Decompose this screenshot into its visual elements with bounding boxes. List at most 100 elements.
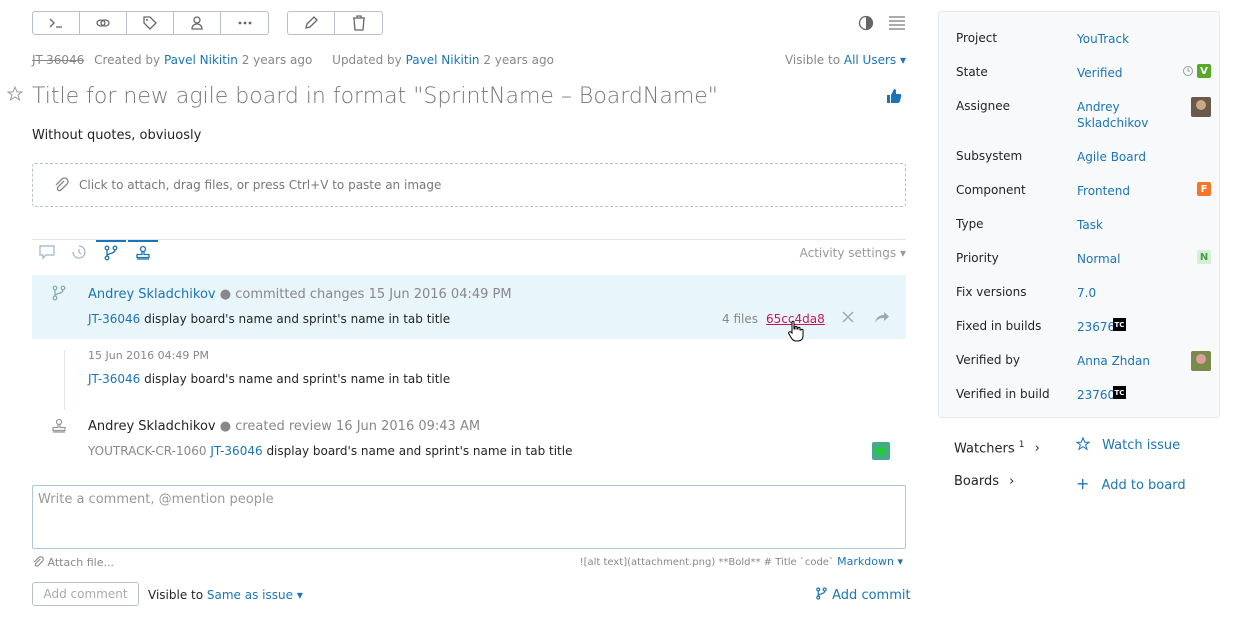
tag-button[interactable] [127,12,174,34]
creator-link[interactable]: Pavel Nikitin [164,53,238,67]
share-icon [875,312,889,323]
activity-settings-label: Activity settings [799,246,897,260]
chevron-right-icon: › [1034,441,1040,457]
review-author[interactable]: Andrey Skladchikov [88,419,216,434]
thumbs-up-icon [887,89,902,103]
field-component-label: Component [956,183,1026,197]
comment-visible-prefix: Visible to [148,588,204,602]
add-to-board-button[interactable]: + Add to board [1076,474,1186,493]
add-comment-button[interactable]: Add comment [32,582,139,606]
activity-divider [32,239,906,240]
contrast-icon [858,15,874,31]
attach-dropzone[interactable]: Click to attach, drag files, or press Ct… [32,163,906,207]
updater-link[interactable]: Pavel Nikitin [406,53,480,67]
watchers-toggle[interactable]: Watchers 1 › [954,440,1040,456]
close-icon [842,311,854,323]
commit-files[interactable]: 4 files [722,312,758,326]
field-assignee-value[interactable]: Andrey Skladchikov [1077,99,1167,131]
attach-file-link[interactable]: Attach file... [32,556,114,569]
teamcity-icon: TC [1113,386,1126,399]
tab-comments[interactable] [32,240,62,264]
tag-icon [143,16,157,30]
branch-icon [104,245,118,261]
review-issue-link[interactable]: JT-36046 [210,444,262,458]
link-button[interactable] [80,12,127,34]
comment-placeholder: Write a comment, @mention people [38,492,274,507]
priority-badge: N [1197,250,1211,264]
visible-to-prefix: Visible to [784,53,841,67]
field-project-value[interactable]: YouTrack [1077,31,1129,47]
add-commit-label: Add commit [832,588,911,603]
field-fix-versions-label: Fix versions [956,285,1027,299]
field-fix-versions-value[interactable]: 7.0 [1077,285,1096,301]
contrast-toggle[interactable] [858,15,874,34]
commit-action: committed changes [235,287,365,302]
review-header: Andrey Skladchikov ● created review 16 J… [88,419,481,434]
field-assignee-label: Assignee [956,99,1011,113]
field-subsystem-value[interactable]: Agile Board [1077,149,1146,165]
commit2-message: JT-36046 display board's name and sprint… [88,372,450,386]
review-message-text: display board's name and sprint's name i… [266,444,573,458]
field-fixed-builds-value[interactable]: 23676 [1077,319,1115,335]
field-verified-by-label: Verified by [956,353,1021,367]
field-verified-build-value[interactable]: 23760 [1077,387,1115,403]
comment-icon [39,245,55,260]
stamp-icon [136,245,150,260]
link-icon [96,19,110,27]
assignee-button[interactable] [174,12,221,34]
comment-input[interactable]: Write a comment, @mention people [32,485,906,549]
comment-visible-value: Same as issue [206,588,293,602]
paperclip-icon [33,556,44,567]
vote-button[interactable] [886,88,902,107]
issue-id[interactable]: JT-36046 [32,53,84,67]
menu-toggle[interactable] [888,15,906,34]
delete-button[interactable] [335,12,382,34]
boards-toggle[interactable]: Boards › [954,474,1014,489]
component-badge: F [1197,182,1211,196]
star-button[interactable] [6,85,24,105]
commit-issue-link[interactable]: JT-36046 [88,312,140,326]
more-button[interactable] [221,12,268,34]
created-by-prefix: Created by [94,53,161,67]
share-commit-button[interactable] [874,310,890,327]
tab-history[interactable] [64,240,94,264]
field-state-label: State [956,65,988,79]
commit-item [32,275,906,339]
visibility: Visible to All Users ▾ [785,53,906,67]
teamcity-icon: TC [1113,318,1126,331]
issue-description: Without quotes, obviuosly [32,128,202,143]
command-button[interactable] [33,12,80,34]
tab-reviews[interactable] [128,240,158,264]
commit-author[interactable]: Andrey Skladchikov [88,287,216,302]
commit-branch-icon [51,285,67,304]
hand-cursor-icon [787,320,805,345]
review-id[interactable]: YOUTRACK-CR-1060 [88,444,207,458]
command-icon [49,18,62,28]
comment-visibility-dropdown[interactable]: Same as issue ▾ [207,588,303,602]
field-priority-value[interactable]: Normal [1077,251,1120,267]
updated-by-prefix: Updated by [332,53,402,67]
timer-icon [1182,65,1194,80]
commit2-message-text: display board's name and sprint's name i… [144,372,451,386]
activity-settings[interactable]: Activity settings ▾ [800,246,906,260]
field-verified-by-value[interactable]: Anna Zhdan [1077,353,1150,369]
markdown-dropdown[interactable]: Markdown ▾ [837,555,903,568]
state-badge: V [1197,64,1211,78]
updated-ago: 2 years ago [483,53,554,67]
watch-issue-label: Watch issue [1102,438,1181,453]
watch-issue-button[interactable]: Watch issue [1075,436,1181,453]
close-commit-button[interactable] [841,310,855,327]
field-priority-label: Priority [956,251,999,265]
field-component-value[interactable]: Frontend [1077,183,1130,199]
tab-vcs[interactable] [96,240,126,264]
field-type-value[interactable]: Task [1077,217,1103,233]
commit2-issue-link[interactable]: JT-36046 [88,372,140,386]
visibility-dropdown[interactable]: All Users ▾ [844,53,906,67]
add-commit-link[interactable]: Add commit [815,587,911,603]
review-avatar [872,442,890,460]
edit-button[interactable] [288,12,335,34]
boards-label: Boards [954,474,999,489]
pencil-icon [305,16,318,29]
created-ago: 2 years ago [241,53,313,67]
field-state-value[interactable]: Verified [1077,65,1123,81]
